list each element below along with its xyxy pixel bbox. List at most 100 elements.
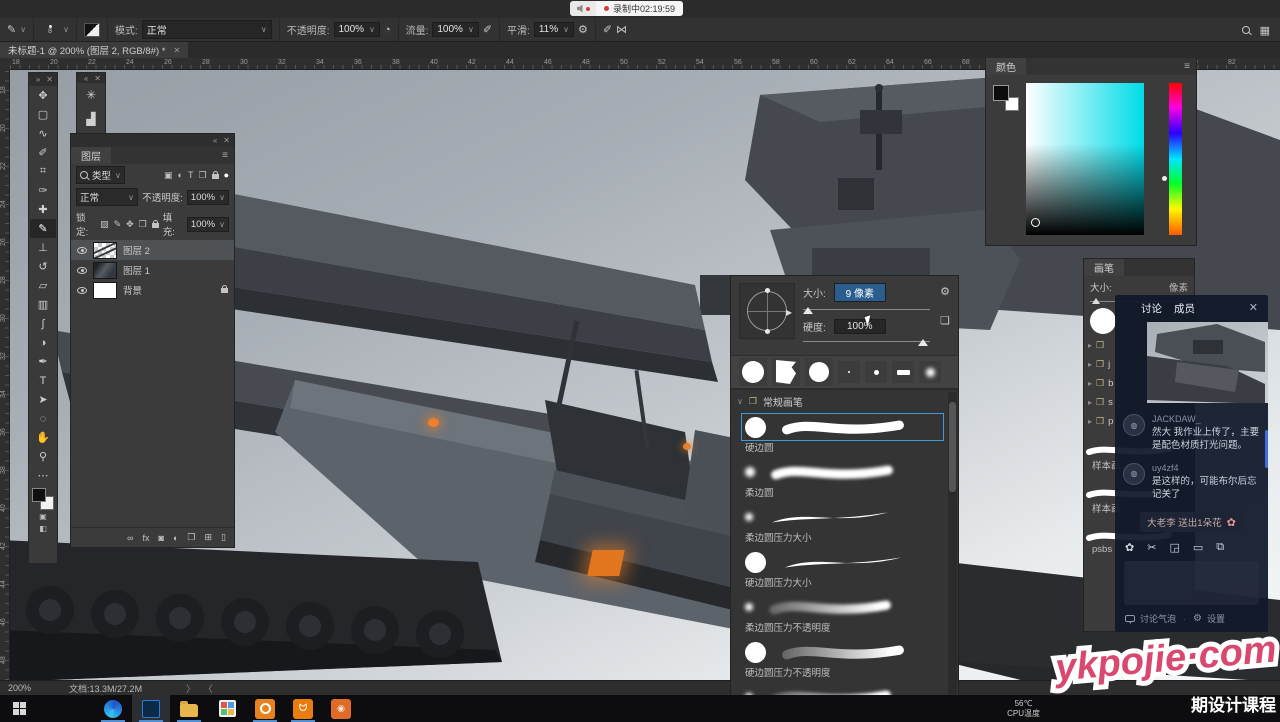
close-document-icon[interactable]: ✕ bbox=[173, 46, 180, 55]
tool-button[interactable]: ✒ bbox=[30, 352, 56, 371]
filter-type-icon[interactable]: T bbox=[188, 170, 194, 180]
chat-toolbar-icon[interactable]: ✂ bbox=[1147, 541, 1156, 554]
opacity-field[interactable]: 100%∨ bbox=[334, 22, 380, 37]
lock-position-icon[interactable]: ✥ bbox=[126, 219, 134, 230]
workspace-switcher-icon[interactable]: ▦ bbox=[1260, 24, 1270, 37]
chat-toolbar-icon[interactable]: ✿ bbox=[1125, 541, 1134, 554]
layer-visibility-icon[interactable] bbox=[77, 287, 87, 294]
layers-footer-icon[interactable]: ⊞ bbox=[205, 532, 213, 543]
tool-button[interactable]: ⚲ bbox=[30, 447, 56, 466]
recent-brush[interactable] bbox=[772, 358, 800, 386]
recent-brush[interactable] bbox=[892, 361, 914, 383]
filter-toggle-icon[interactable]: ● bbox=[224, 170, 229, 180]
tool-button[interactable]: ◌ bbox=[30, 409, 56, 428]
tool-button[interactable]: ↺ bbox=[30, 257, 56, 276]
ruler-origin[interactable] bbox=[0, 58, 10, 70]
fill-field[interactable]: 100%∨ bbox=[187, 217, 229, 232]
tool-button[interactable]: ✚ bbox=[30, 200, 56, 219]
expand-panel-icon[interactable]: « bbox=[84, 74, 88, 83]
color-menu-icon[interactable]: ≡ bbox=[1184, 61, 1196, 72]
brush-group-header[interactable]: ∨ ❒ 常规画笔 bbox=[731, 390, 958, 413]
layers-footer-icon[interactable]: ▯ bbox=[221, 532, 226, 543]
tool-button[interactable]: ▢ bbox=[30, 105, 56, 124]
brush-preset-item[interactable]: 柔边圆 bbox=[731, 458, 958, 503]
tool-button[interactable]: ⋯ bbox=[30, 466, 56, 485]
foreground-color-swatch[interactable] bbox=[32, 488, 46, 502]
layer-visibility-icon[interactable] bbox=[77, 267, 87, 274]
lock-pixels-icon[interactable]: ✎ bbox=[114, 219, 122, 230]
smoothing-gear-icon[interactable]: ⚙ bbox=[578, 23, 588, 36]
chat-tab[interactable]: 讨论 bbox=[1141, 301, 1162, 316]
brush-preset-item[interactable]: 硬边圆压力大小 bbox=[731, 548, 958, 593]
flow-field[interactable]: 100%∨ bbox=[432, 22, 478, 37]
collapse-tools-icon[interactable]: » bbox=[36, 75, 40, 84]
layers-footer-icon[interactable]: ◙ bbox=[159, 533, 164, 543]
taskbar-edge[interactable] bbox=[94, 695, 132, 722]
saturation-brightness-field[interactable] bbox=[1026, 83, 1144, 235]
tool-button[interactable]: ⊥ bbox=[30, 238, 56, 257]
mode-select[interactable]: 正常∨ bbox=[142, 20, 272, 39]
filter-adjustment-icon[interactable]: ◐ bbox=[178, 170, 183, 180]
tool-button[interactable]: ✎ bbox=[30, 219, 56, 238]
zoom-level[interactable]: 200% bbox=[8, 683, 31, 693]
close-panel-icon[interactable]: ✕ bbox=[94, 74, 101, 83]
avatar[interactable]: ◍ bbox=[1123, 414, 1145, 436]
recent-brush[interactable] bbox=[838, 361, 860, 383]
brushes-tip-preview[interactable] bbox=[1090, 308, 1116, 334]
layers-footer-icon[interactable]: fx bbox=[143, 533, 150, 543]
toggle-brush-panel-icon[interactable] bbox=[84, 23, 100, 37]
layers-footer-icon[interactable]: ◐ bbox=[173, 533, 178, 543]
brushes-tab[interactable]: 画笔 bbox=[1084, 259, 1124, 276]
chat-scrollbar[interactable] bbox=[1265, 430, 1268, 468]
tool-button[interactable]: ◑ bbox=[30, 333, 56, 352]
search-icon[interactable] bbox=[1242, 26, 1250, 34]
lock-transparency-icon[interactable]: ▨ bbox=[100, 219, 109, 230]
brush-hardness-slider[interactable] bbox=[803, 337, 930, 347]
brush-angle-icon[interactable]: ✐ bbox=[603, 23, 612, 36]
foreground-background-swatches[interactable] bbox=[32, 488, 54, 510]
taskbar-blender[interactable]: ᗢ bbox=[284, 695, 322, 722]
tool-button[interactable]: ⌗ bbox=[30, 162, 56, 181]
quick-mask-icon[interactable]: ▣ bbox=[39, 512, 47, 521]
start-button[interactable] bbox=[0, 695, 38, 722]
chat-input[interactable] bbox=[1124, 561, 1259, 605]
chat-bubble-toggle[interactable]: 讨论气泡 bbox=[1140, 612, 1176, 625]
avatar[interactable]: ◍ bbox=[1123, 463, 1145, 485]
tool-button[interactable]: ✐ bbox=[30, 143, 56, 162]
taskbar-orange-app[interactable]: ◉ bbox=[322, 695, 360, 722]
layer-thumbnail[interactable] bbox=[93, 262, 117, 279]
close-layers-icon[interactable]: ✕ bbox=[223, 136, 230, 145]
taskbar-explorer[interactable] bbox=[170, 695, 208, 722]
panel-foreground-swatch[interactable] bbox=[993, 85, 1009, 101]
taskbar-recorder[interactable] bbox=[246, 695, 284, 722]
status-arrows[interactable]: 〉 〈 bbox=[186, 682, 216, 695]
brush-preset-item[interactable]: 硬边圆压力不透明度 bbox=[731, 638, 958, 683]
histogram-panel-icon[interactable]: ▟ bbox=[77, 107, 105, 131]
symmetry-icon[interactable]: ⋈ bbox=[616, 23, 627, 36]
recent-brush[interactable] bbox=[865, 361, 887, 383]
brush-angle-control[interactable]: ▶ bbox=[739, 283, 795, 339]
layers-menu-icon[interactable]: ≡ bbox=[222, 150, 234, 161]
brush-preset-picker[interactable]: 8 ∨ bbox=[34, 18, 77, 41]
layer-thumbnail[interactable] bbox=[93, 242, 117, 259]
tool-button[interactable]: ➤ bbox=[30, 390, 56, 409]
tool-button[interactable]: ∫ bbox=[30, 314, 56, 333]
brush-preset-item[interactable]: 柔边圆压力不透明度 bbox=[731, 593, 958, 638]
chat-tab[interactable]: 成员 bbox=[1174, 301, 1195, 316]
layers-footer-icon[interactable]: ❒ bbox=[187, 532, 195, 543]
collapse-layers-icon[interactable]: « bbox=[213, 136, 217, 145]
layer-name[interactable]: 图层 2 bbox=[123, 243, 150, 257]
shared-image-thumbnail[interactable] bbox=[1147, 322, 1268, 403]
brush-list-scrollbar[interactable] bbox=[948, 392, 957, 702]
speaker-icon[interactable] bbox=[570, 1, 596, 16]
tool-button[interactable]: ✑ bbox=[30, 181, 56, 200]
hue-marker[interactable] bbox=[1162, 176, 1167, 181]
layer-row[interactable]: 图层 2 bbox=[71, 240, 234, 260]
panel-color-swatches[interactable] bbox=[993, 85, 1019, 111]
lock-artboard-icon[interactable]: ❒ bbox=[139, 219, 147, 230]
close-tools-icon[interactable]: ✕ bbox=[46, 75, 53, 84]
brush-preset-item[interactable]: 硬边圆 bbox=[731, 413, 958, 458]
snowflake-panel-icon[interactable]: ✳ bbox=[77, 83, 105, 107]
filter-smart-object-icon[interactable] bbox=[212, 174, 219, 179]
taskbar-office-app[interactable] bbox=[208, 695, 246, 722]
